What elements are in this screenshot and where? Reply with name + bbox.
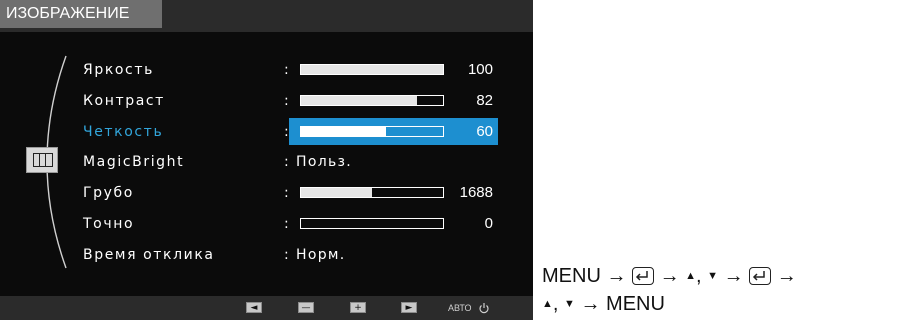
value-number: 0: [484, 215, 493, 232]
separator-colon: :: [284, 123, 289, 140]
up-triangle-icon: ▲: [685, 269, 697, 282]
enter-key-icon: [749, 266, 772, 285]
comma-text: ,: [552, 292, 559, 315]
left-arrow-button[interactable]: ◄: [246, 302, 262, 313]
menu-row[interactable]: MagicBright: Польз.: [0, 148, 533, 176]
value-slider[interactable]: [300, 94, 444, 106]
arrow-text: →: [723, 264, 744, 287]
menu-item-label: Грубо: [83, 185, 134, 202]
menu-row[interactable]: Точно: 0: [0, 210, 533, 238]
osd-title-bar: ИЗОБРАЖЕНИЕ: [0, 0, 533, 32]
menu-row[interactable]: Грубо: 1688: [0, 179, 533, 207]
down-triangle-icon: ▼: [707, 269, 719, 282]
osd-title: ИЗОБРАЖЕНИЕ: [0, 0, 162, 28]
separator-colon: :: [284, 92, 289, 109]
down-triangle-icon: ▼: [564, 297, 575, 310]
menu-item-label: Точно: [83, 216, 135, 232]
menu-key-text: MENU: [606, 292, 665, 315]
menu-item-label: MagicBright: [83, 154, 185, 171]
separator-colon: :: [284, 246, 289, 263]
instruction-line-2: ▲, ▼ → MENU: [542, 290, 665, 316]
value-slider[interactable]: [300, 218, 444, 229]
menu-row[interactable]: Время отклика: Норм.: [0, 241, 533, 269]
power-icon[interactable]: [478, 302, 490, 314]
separator-colon: :: [284, 154, 289, 171]
osd-button-bar: ◄ — + ► АВТО: [0, 296, 533, 320]
auto-button[interactable]: АВТО: [448, 296, 472, 320]
menu-row[interactable]: Четкость: 60: [0, 117, 533, 146]
menu-row[interactable]: Яркость: 100: [0, 56, 533, 84]
slider-fill: [301, 188, 372, 198]
value-number: 82: [476, 91, 493, 109]
value-text: Норм.: [296, 246, 346, 263]
menu-row[interactable]: Контраст: 82: [0, 87, 533, 115]
value-text: Польз.: [296, 154, 352, 171]
arrow-text: →: [606, 264, 627, 287]
arrow-text: →: [659, 264, 680, 287]
instruction-line-1: MENU → → ▲, ▼ → →: [542, 262, 797, 288]
menu-item-label: Контраст: [83, 92, 165, 109]
menu-item-label: Яркость: [83, 62, 154, 78]
slider-fill: [301, 126, 387, 136]
menu-key-text: MENU: [542, 264, 601, 287]
arrow-text: →: [776, 264, 797, 287]
separator-colon: :: [284, 216, 289, 232]
arrow-text: →: [580, 292, 601, 315]
enter-key-icon: [632, 266, 655, 285]
value-slider[interactable]: [300, 64, 444, 75]
value-number: 1688: [459, 184, 493, 202]
menu-item-label: Четкость: [83, 123, 164, 140]
value-slider[interactable]: [300, 187, 444, 199]
separator-colon: :: [284, 185, 289, 202]
up-triangle-icon: ▲: [542, 297, 553, 310]
slider-fill: [301, 95, 418, 105]
value-slider[interactable]: [300, 125, 444, 137]
comma-text: ,: [696, 264, 702, 287]
value-number: 60: [476, 122, 493, 140]
value-number: 100: [467, 61, 493, 78]
right-arrow-button[interactable]: ►: [401, 302, 417, 313]
minus-button[interactable]: —: [298, 302, 314, 313]
plus-button[interactable]: +: [350, 302, 366, 313]
menu-item-label: Время отклика: [83, 246, 215, 263]
slider-fill: [301, 65, 443, 74]
separator-colon: :: [284, 62, 289, 78]
osd-menu: ИЗОБРАЖЕНИЕ Яркость: 100 Контраст: 82 Четкос…: [0, 0, 533, 320]
